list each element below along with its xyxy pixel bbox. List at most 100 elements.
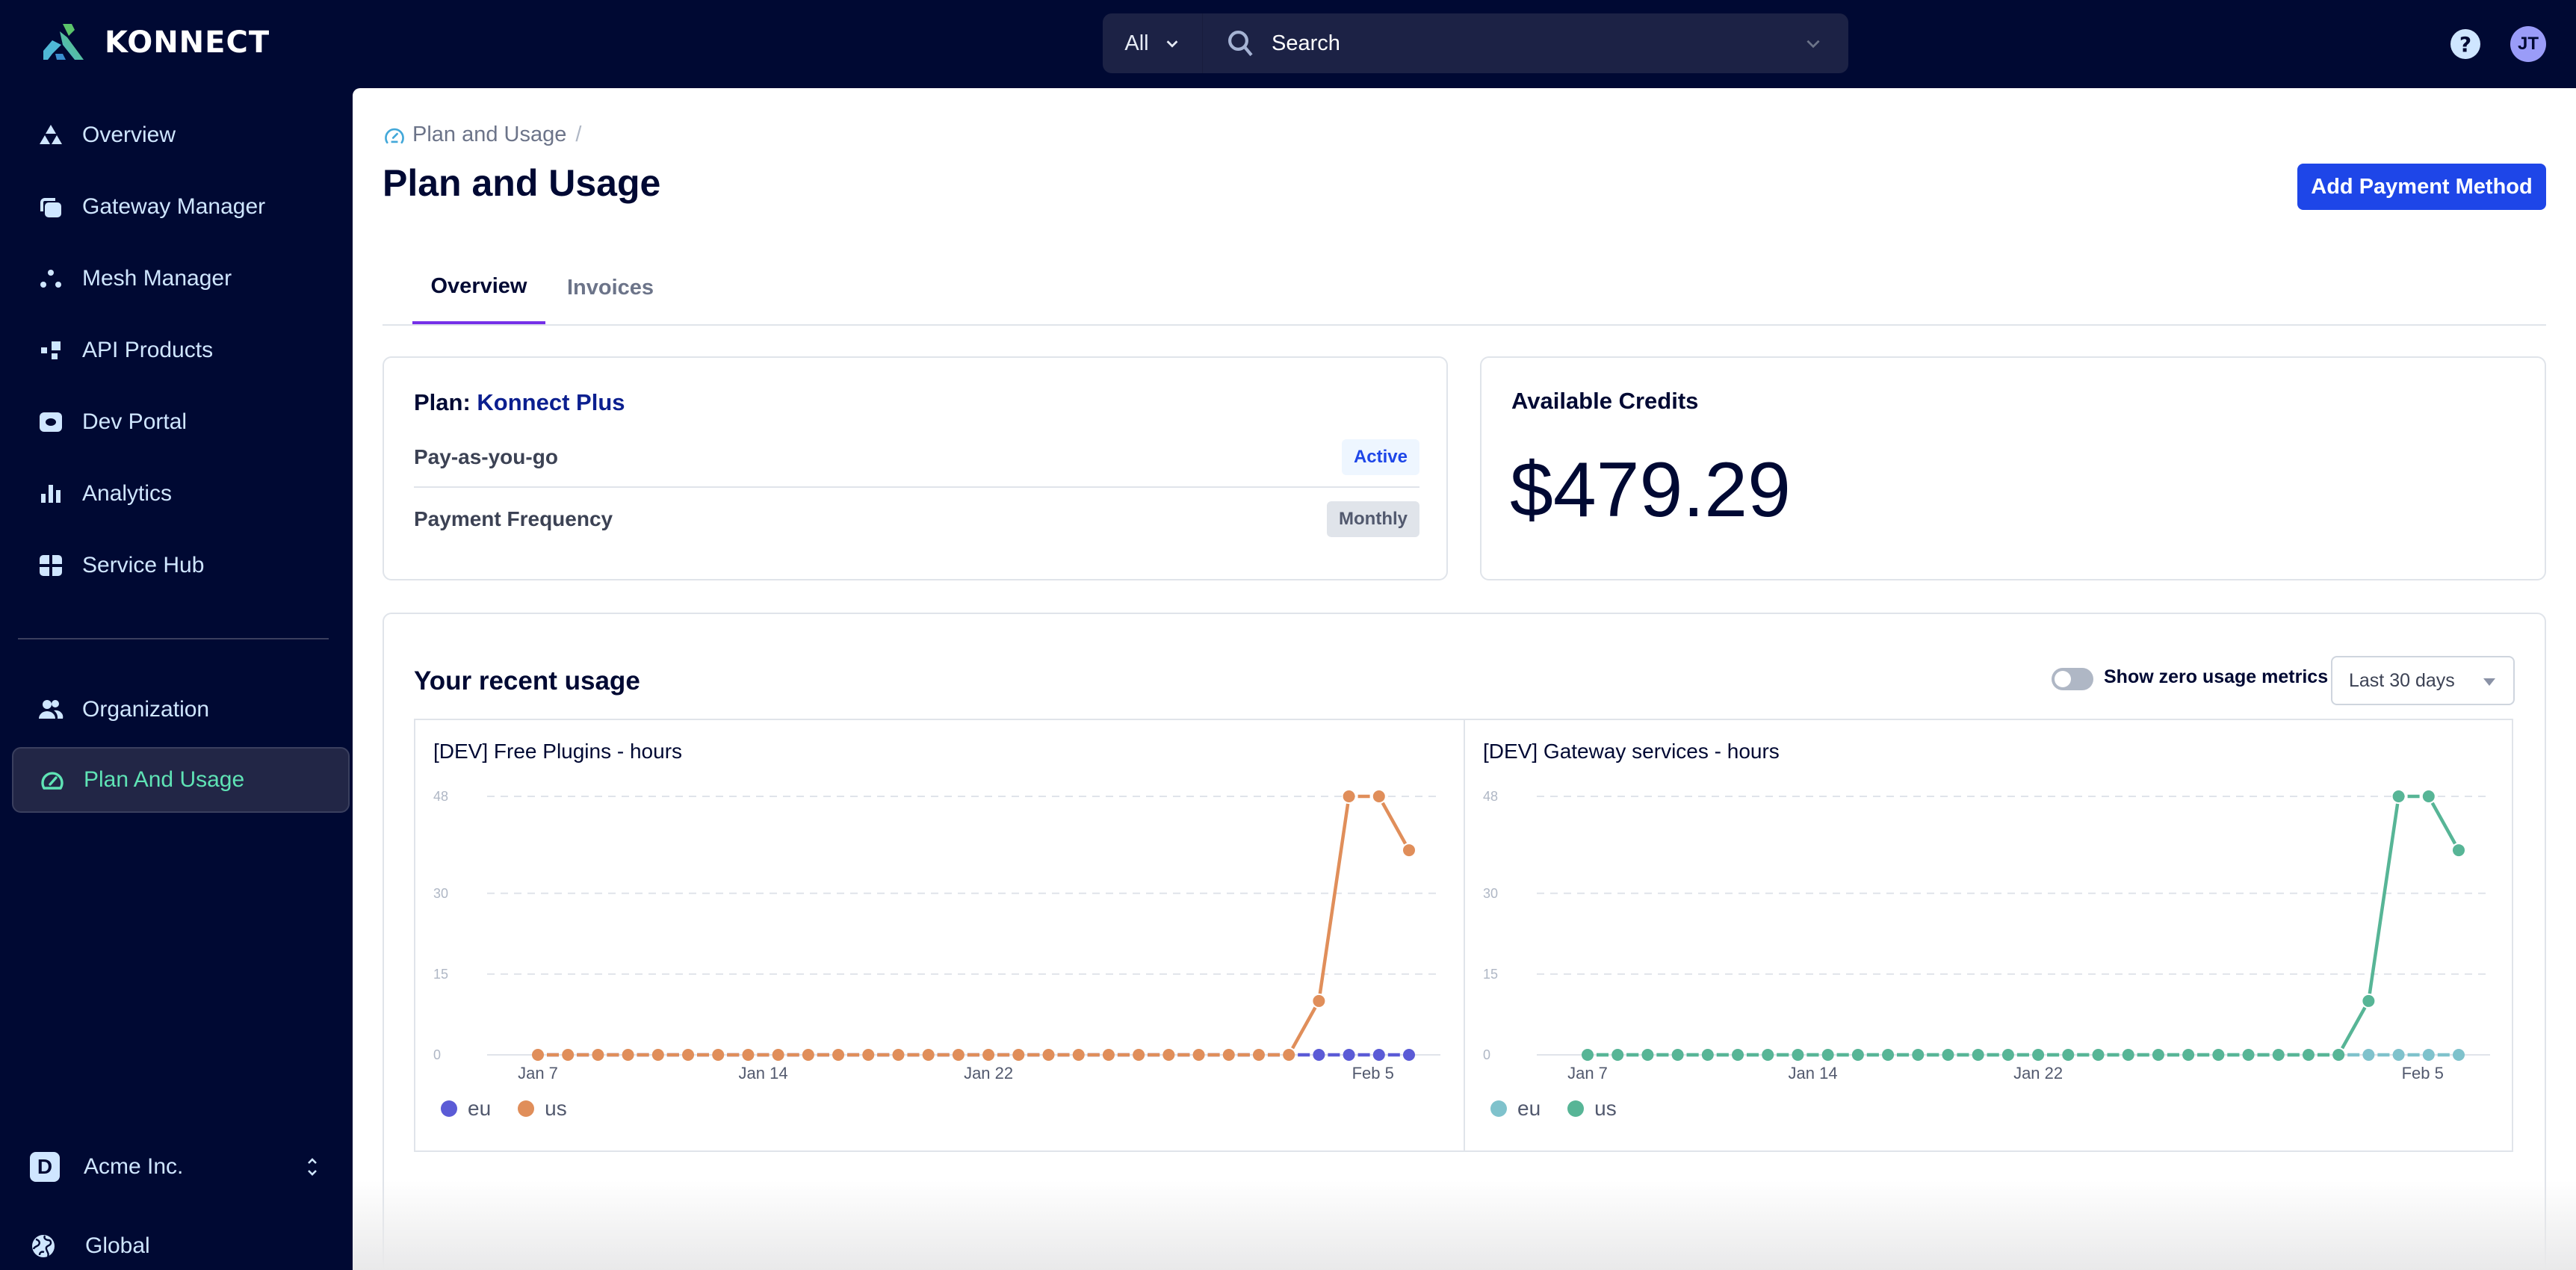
zero-usage-toggle[interactable]: [2052, 668, 2093, 690]
chart-legend: eu us: [441, 1097, 567, 1121]
legend-item-us[interactable]: us: [1567, 1097, 1617, 1121]
org-badge: D: [30, 1152, 60, 1182]
data-point-us: [1192, 1049, 1205, 1061]
global-search: All: [1103, 13, 1848, 73]
x-tick-label: Jan 22: [2013, 1064, 2063, 1082]
legend-item-eu[interactable]: eu: [1490, 1097, 1541, 1121]
legend-label: us: [545, 1097, 567, 1120]
data-point-us: [532, 1049, 544, 1061]
data-point-us: [1403, 844, 1415, 857]
data-point-us: [1762, 1049, 1774, 1061]
data-point-us: [1942, 1049, 1954, 1061]
data-point-us: [1732, 1049, 1744, 1061]
sidebar: Overview Gateway Manager Mesh Manager AP…: [0, 88, 353, 1270]
chart-gateway-services: [DEV] Gateway services - hours 0 15 30 48 Ja…: [1464, 720, 2512, 1150]
breadcrumb-item[interactable]: Plan and Usage: [412, 123, 566, 147]
series-line-us: [2427, 795, 2460, 852]
usage-title: Your recent usage: [414, 666, 640, 696]
data-point-eu: [1343, 1049, 1355, 1061]
x-tick-label: Jan 14: [739, 1064, 788, 1082]
region-label: Global: [85, 1233, 150, 1258]
sidebar-item-analytics[interactable]: Analytics: [12, 461, 350, 527]
plan-row-label: Pay-as-you-go: [414, 445, 558, 468]
sidebar-item-organization[interactable]: Organization: [12, 677, 350, 743]
legend-swatch: [1567, 1100, 1585, 1117]
data-point-us: [1912, 1049, 1925, 1061]
y-tick-label: 30: [1483, 886, 1498, 901]
region-selector[interactable]: Global: [30, 1224, 150, 1269]
help-button[interactable]: ?: [2450, 29, 2480, 59]
data-point-us: [712, 1049, 725, 1061]
plan-prefix: Plan:: [414, 389, 471, 415]
search-input[interactable]: [1272, 31, 1803, 56]
sidebar-item-overview[interactable]: Overview: [12, 102, 350, 168]
legend-item-us[interactable]: us: [518, 1097, 567, 1121]
sidebar-item-label: Organization: [82, 697, 210, 722]
legend-label: us: [1594, 1097, 1617, 1120]
sidebar-item-api-products[interactable]: API Products: [12, 318, 350, 383]
data-point-us: [1252, 1049, 1265, 1061]
series-line-us: [2337, 1000, 2371, 1056]
tab-invoices[interactable]: Invoices: [554, 251, 666, 324]
tab-overview[interactable]: Overview: [412, 251, 545, 324]
data-point-us: [1072, 1049, 1085, 1061]
sidebar-item-label: Overview: [82, 123, 176, 147]
plan-title: Plan: Konnect Plus: [414, 389, 625, 416]
x-tick-label: Feb 5: [1352, 1064, 1394, 1082]
data-point-eu: [1403, 1049, 1415, 1061]
search-scope-dropdown[interactable]: All: [1103, 13, 1203, 73]
series-line-us: [1287, 1000, 1321, 1056]
legend-item-eu[interactable]: eu: [441, 1097, 491, 1121]
data-point-us: [1671, 1049, 1684, 1061]
top-bar: KONNECT All ? JT: [0, 0, 2576, 88]
sidebar-item-label: Analytics: [82, 481, 173, 506]
sidebar-item-label: Service Hub: [82, 553, 205, 577]
data-point-us: [2362, 994, 2375, 1007]
data-point-us: [2032, 1049, 2045, 1061]
chevron-down-icon[interactable]: [1803, 34, 1823, 53]
data-point-us: [1701, 1049, 1714, 1061]
konnect-logo[interactable]: KONNECT: [40, 22, 270, 63]
data-point-us: [1372, 790, 1385, 802]
data-point-us: [2302, 1049, 2315, 1061]
kong-logo-icon: [43, 24, 84, 60]
service-hub-icon: [37, 552, 64, 579]
data-point-us: [832, 1049, 845, 1061]
user-avatar[interactable]: JT: [2510, 26, 2546, 62]
sidebar-item-gateway-manager[interactable]: Gateway Manager: [12, 174, 350, 240]
usage-card: Your recent usage Show zero usage metric…: [383, 613, 2546, 1270]
plan-name: Konnect Plus: [477, 389, 625, 415]
data-point-us: [1821, 1049, 1834, 1061]
data-point-eu: [2422, 1049, 2435, 1061]
credits-title: Available Credits: [1511, 388, 1699, 414]
chart-legend: eu us: [1490, 1097, 1617, 1121]
data-point-us: [892, 1049, 905, 1061]
y-tick-label: 30: [433, 886, 448, 901]
data-point-us: [952, 1049, 965, 1061]
sidebar-item-dev-portal[interactable]: Dev Portal: [12, 389, 350, 455]
data-point-us: [2001, 1049, 2014, 1061]
legend-swatch: [1490, 1100, 1507, 1117]
plan-row-label: Payment Frequency: [414, 507, 613, 530]
time-range-select[interactable]: Last 30 days: [2331, 656, 2515, 705]
org-switcher[interactable]: D Acme Inc.: [30, 1146, 321, 1188]
data-point-us: [982, 1049, 995, 1061]
data-point-us: [2422, 790, 2435, 802]
sidebar-item-mesh-manager[interactable]: Mesh Manager: [12, 246, 350, 312]
data-point-eu: [1372, 1049, 1385, 1061]
overview-icon: [37, 122, 64, 149]
x-tick-label: Jan 14: [1789, 1064, 1838, 1082]
legend-label: eu: [468, 1097, 492, 1120]
sidebar-item-label: Gateway Manager: [82, 194, 266, 219]
data-point-us: [2392, 790, 2405, 802]
sidebar-item-plan-and-usage[interactable]: Plan And Usage: [12, 747, 350, 813]
status-badge: Active: [1341, 439, 1419, 475]
data-point-us: [2272, 1049, 2285, 1061]
sidebar-item-label: API Products: [82, 338, 214, 362]
sidebar-item-service-hub[interactable]: Service Hub: [12, 533, 350, 598]
data-point-us: [862, 1049, 875, 1061]
add-payment-method-button[interactable]: Add Payment Method: [2297, 164, 2546, 210]
tab-bar: Overview Invoices: [383, 251, 2546, 326]
line-chart: 0 15 30 48 Jan 7 Jan 14 Jan 22 Feb 5: [433, 789, 1440, 1082]
api-products-icon: [37, 337, 64, 364]
